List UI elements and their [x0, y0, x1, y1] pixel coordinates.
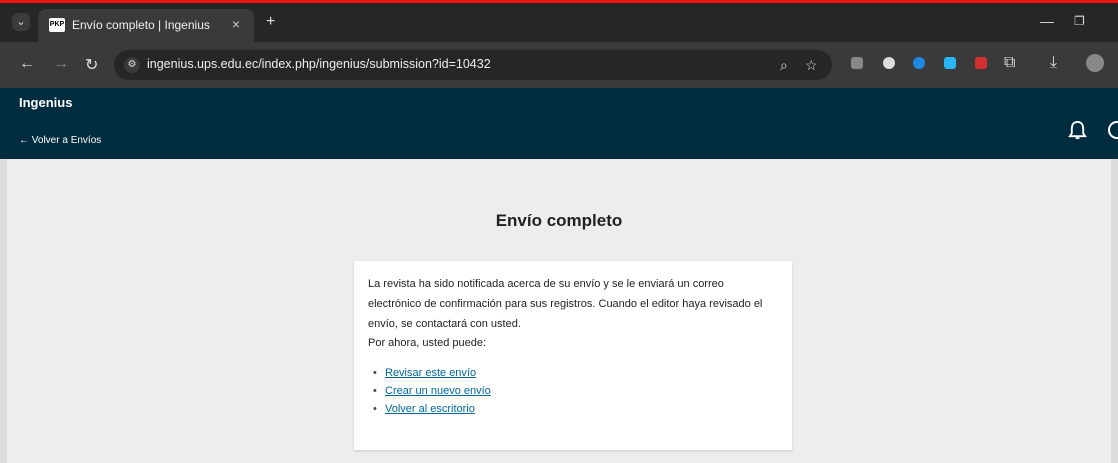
main-content: Envío completo La revista ha sido notifi… [7, 159, 1111, 463]
reload-icon[interactable]: ↻ [85, 55, 98, 75]
profile-avatar[interactable] [1086, 54, 1104, 72]
review-submission-link[interactable]: Revisar este envío [385, 367, 476, 379]
puzzle-icon[interactable]: ⧉ [1004, 54, 1015, 72]
tab-search-icon[interactable]: ⌄ [12, 13, 30, 31]
extension-icon[interactable] [975, 57, 987, 69]
action-list: Revisar este envío Crear un nuevo envío … [373, 364, 491, 418]
extension-icon[interactable] [851, 57, 863, 69]
back-arrow-icon[interactable]: ← [19, 55, 35, 73]
minimize-icon[interactable]: — [1040, 13, 1054, 29]
zoom-icon[interactable]: ⌕ [780, 57, 788, 74]
site-title[interactable]: Ingenius [19, 95, 72, 110]
back-to-submissions-link[interactable]: ← Volver a Envíos [19, 135, 101, 146]
restore-icon[interactable]: ❐ [1074, 14, 1085, 28]
list-item: Crear un nuevo envío [373, 382, 491, 400]
browser-tab[interactable]: PKP Envío completo | Ingenius × [38, 9, 254, 45]
new-tab-icon[interactable]: + [266, 13, 275, 31]
close-icon[interactable]: × [232, 16, 240, 32]
address-bar[interactable]: ⚙ ingenius.ups.edu.ec/index.php/ingenius… [114, 50, 832, 80]
list-item: Volver al escritorio [373, 400, 491, 418]
user-icon[interactable] [1108, 121, 1118, 139]
tab-title: Envío completo | Ingenius [72, 18, 210, 32]
actions-lead: Por ahora, usted puede: [368, 337, 487, 349]
list-item: Revisar este envío [373, 364, 491, 382]
page-title: Envío completo [495, 211, 623, 230]
bell-icon[interactable] [1068, 120, 1087, 141]
site-header: Ingenius ← Volver a Envíos [0, 88, 1118, 159]
extension-icon[interactable] [913, 57, 925, 69]
submission-complete-panel: La revista ha sido notificada acerca de … [354, 261, 792, 450]
extension-icon[interactable] [883, 57, 895, 69]
back-to-dashboard-link[interactable]: Volver al escritorio [385, 403, 475, 415]
download-icon[interactable]: ⤓ [1050, 54, 1057, 72]
new-submission-link[interactable]: Crear un nuevo envío [385, 385, 491, 397]
notification-message: La revista ha sido notificada acerca de … [368, 278, 763, 330]
extension-icon[interactable] [944, 57, 956, 69]
browser-tab-strip: ⌄ PKP Envío completo | Ingenius × + — ❐ [0, 0, 1118, 45]
bookmark-star-icon[interactable]: ☆ [805, 57, 818, 74]
pkp-favicon-icon: PKP [49, 18, 65, 32]
browser-toolbar: ← → ↻ ⚙ ingenius.ups.edu.ec/index.php/in… [0, 42, 1118, 88]
forward-arrow-icon[interactable]: → [53, 55, 69, 73]
url-text: ingenius.ups.edu.ec/index.php/ingenius/s… [147, 57, 491, 71]
site-info-icon[interactable]: ⚙ [124, 57, 140, 73]
